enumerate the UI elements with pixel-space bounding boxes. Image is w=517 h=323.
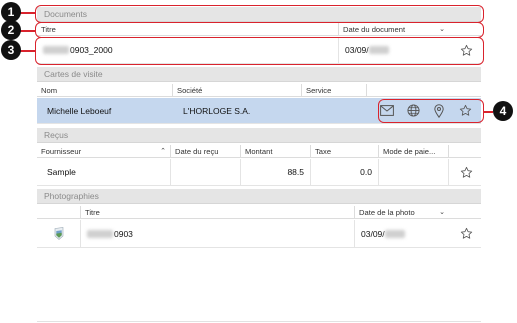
table-row[interactable]: Sample 88.5 0.0: [37, 159, 481, 186]
card-company: L'HORLOGE S.A.: [183, 105, 251, 116]
receipt-payment-cell: [379, 159, 449, 185]
callout-badge-3: 3: [1, 40, 21, 60]
col-name-label: Nom: [41, 86, 58, 95]
receipt-tax: 0.0: [360, 167, 372, 177]
redacted-text: [87, 229, 113, 238]
star-icon[interactable]: [459, 227, 473, 241]
callout-leader-4: [483, 111, 493, 113]
table-row[interactable]: 0903 03/09/: [37, 220, 481, 248]
col-document-date[interactable]: Date du document ⌄: [339, 23, 449, 36]
photo-title: 0903: [114, 228, 133, 239]
photo-date: 03/09/: [361, 228, 385, 239]
receipt-supplier-cell: Sample: [37, 159, 171, 185]
document-title-cell: 0903_2000: [37, 37, 339, 63]
col-title[interactable]: Titre: [37, 23, 339, 36]
document-title: 0903_2000: [70, 45, 113, 55]
callout-leader-3: [20, 50, 36, 52]
photos-section-header: Photographies: [37, 189, 481, 204]
star-icon[interactable]: [459, 43, 473, 57]
chevron-down-icon[interactable]: ⌄: [439, 23, 445, 36]
cards-column-header: Nom Société Service: [37, 84, 481, 97]
cards-section-header: Cartes de visite: [37, 67, 481, 82]
table-row[interactable]: 0903_2000 03/09/: [37, 37, 481, 64]
callout-badge-1: 1: [1, 2, 21, 22]
star-icon[interactable]: [459, 165, 473, 179]
col-document-date-label: Date du document: [343, 25, 406, 34]
col-tax[interactable]: Taxe: [311, 145, 379, 158]
card-name-cell: Michelle Leboeuf: [37, 98, 173, 123]
redacted-text: [43, 46, 69, 54]
receipt-amount-cell: 88.5: [241, 159, 311, 185]
col-photo-date[interactable]: Date de la photo ⌄: [355, 206, 449, 219]
receipt-tax-cell: 0.0: [311, 159, 379, 185]
col-tax-label: Taxe: [315, 147, 332, 156]
card-name: Michelle Leboeuf: [47, 105, 112, 116]
document-date: 03/09/: [345, 45, 369, 55]
redacted-text: [384, 229, 405, 238]
photo-title-cell: 0903: [81, 220, 355, 247]
star-icon[interactable]: [454, 101, 476, 121]
documents-column-header: Titre Date du document ⌄: [37, 23, 481, 36]
photo-thumbnail-icon: [54, 227, 63, 240]
col-amount[interactable]: Montant: [241, 145, 311, 158]
col-photo-date-label: Date de la photo: [359, 208, 415, 217]
col-company-label: Société: [177, 86, 203, 95]
card-actions: [376, 98, 481, 123]
documents-section-title: Documents: [44, 9, 87, 19]
photo-date-cell: 03/09/: [355, 220, 449, 247]
photo-thumbnail-cell: [37, 220, 81, 247]
col-receipt-date[interactable]: Date du reçu: [171, 145, 241, 158]
col-payment-mode-label: Mode de paie...: [383, 147, 436, 156]
receipts-column-header: Fournisseur ⌃ Date du reçu Montant Taxe …: [37, 145, 481, 158]
chevron-up-icon[interactable]: ⌃: [160, 145, 166, 158]
list-bottom-divider: [37, 321, 481, 322]
mail-icon[interactable]: [376, 101, 398, 121]
callout-leader-1: [20, 12, 36, 14]
col-name[interactable]: Nom: [37, 84, 173, 97]
document-date-cell: 03/09/: [339, 37, 449, 63]
col-service-label: Service: [306, 86, 332, 95]
receipt-date-cell: [171, 159, 241, 185]
cards-section-title: Cartes de visite: [44, 69, 103, 79]
receipts-section-title: Reçus: [44, 130, 69, 140]
photos-section-title: Photographies: [44, 191, 99, 201]
photos-column-header: Titre Date de la photo ⌄: [37, 206, 481, 219]
col-payment-mode[interactable]: Mode de paie...: [379, 145, 449, 158]
col-photo-title[interactable]: Titre: [81, 206, 355, 219]
card-company-cell: L'HORLOGE S.A.: [173, 98, 302, 123]
col-thumbnail: [37, 206, 81, 219]
col-amount-label: Montant: [245, 147, 273, 156]
col-supplier-label: Fournisseur: [41, 147, 82, 156]
redacted-text: [368, 46, 389, 54]
receipt-amount: 88.5: [287, 167, 304, 177]
callout-leader-2: [20, 30, 36, 32]
documents-section-header: Documents: [37, 7, 481, 22]
map-pin-icon[interactable]: [428, 101, 450, 121]
chevron-down-icon[interactable]: ⌄: [439, 206, 445, 219]
col-title-label: Titre: [41, 25, 56, 34]
callout-badge-4: 4: [493, 101, 513, 121]
globe-icon[interactable]: [402, 101, 424, 121]
receipts-section-header: Reçus: [37, 128, 481, 143]
col-service[interactable]: Service: [302, 84, 367, 97]
col-company[interactable]: Société: [173, 84, 302, 97]
col-photo-title-label: Titre: [85, 208, 100, 217]
col-receipt-date-label: Date du reçu: [175, 147, 219, 156]
receipt-supplier: Sample: [47, 167, 76, 177]
callout-badge-2: 2: [1, 20, 21, 40]
table-row[interactable]: Michelle Leboeuf L'HORLOGE S.A.: [37, 98, 481, 124]
col-supplier[interactable]: Fournisseur ⌃: [37, 145, 171, 158]
